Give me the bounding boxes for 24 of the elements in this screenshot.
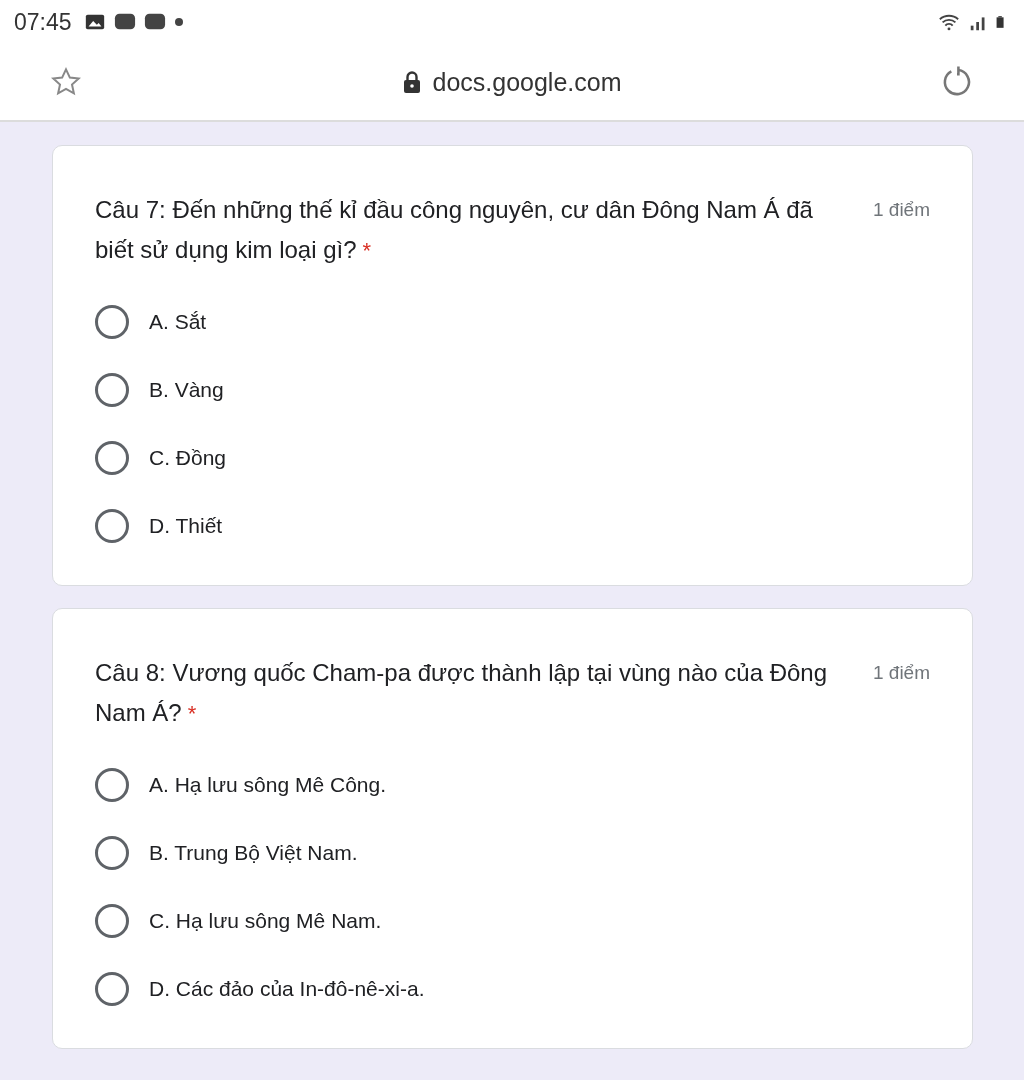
option-label[interactable]: A. Hạ lưu sông Mê Công.: [149, 773, 386, 797]
radio-button[interactable]: [95, 441, 129, 475]
question-title: Câu 7: Đến những thế kỉ đầu công nguyên, cư dân Đông Nam Á đã biết sử dụng kim loại gì? *: [95, 195, 814, 265]
radio-button[interactable]: [95, 972, 129, 1006]
option-label[interactable]: D. Các đảo của In-đô-nê-xi-a.: [149, 977, 425, 1001]
points-label: 1 điểm: [872, 661, 930, 684]
radio-button[interactable]: [95, 373, 129, 407]
star-icon[interactable]: [50, 66, 82, 98]
radio-button[interactable]: [95, 509, 129, 543]
option-label[interactable]: D. Thiết: [149, 514, 223, 538]
url-text[interactable]: docs.google.com: [432, 67, 622, 97]
radio-button[interactable]: [95, 768, 129, 802]
status-time: 07:45: [14, 8, 72, 36]
option-label[interactable]: A. Sắt: [149, 310, 207, 334]
question-title: Câu 8: Vương quốc Cham-pa được thành lập tại vùng nào của Đông Nam Á? *: [95, 658, 829, 728]
radio-button[interactable]: [95, 305, 129, 339]
dot-icon: [173, 17, 184, 27]
radio-button[interactable]: [95, 904, 129, 938]
option-label[interactable]: B. Trung Bộ Việt Nam.: [149, 841, 358, 865]
points-label: 1 điểm: [872, 198, 930, 221]
option-label[interactable]: C. Đồng: [149, 446, 227, 470]
option-label[interactable]: B. Vàng: [149, 378, 224, 402]
option-label[interactable]: C. Hạ lưu sông Mê Nam.: [149, 909, 382, 933]
radio-button[interactable]: [95, 836, 129, 870]
